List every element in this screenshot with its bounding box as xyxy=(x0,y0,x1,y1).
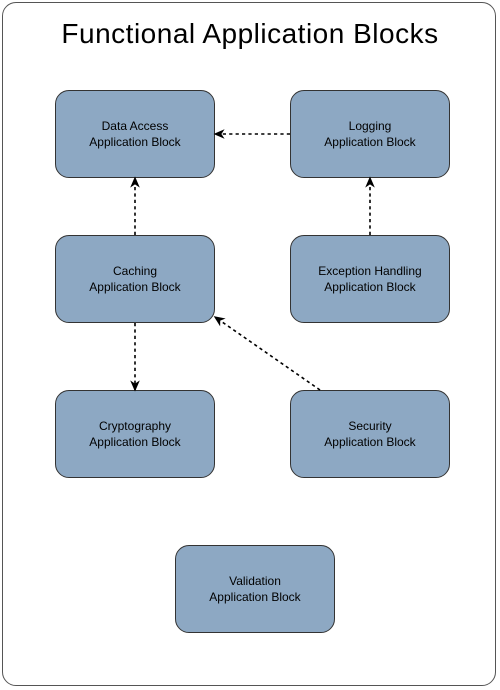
block-line2: Application Block xyxy=(324,279,415,295)
block-line1: Caching xyxy=(113,263,157,279)
diagram-title: Functional Application Blocks xyxy=(0,18,500,50)
block-line1: Data Access xyxy=(102,118,169,134)
block-data-access: Data Access Application Block xyxy=(55,90,215,178)
block-line2: Application Block xyxy=(89,134,180,150)
block-line2: Application Block xyxy=(89,279,180,295)
block-line1: Security xyxy=(348,418,391,434)
block-cryptography: Cryptography Application Block xyxy=(55,390,215,478)
block-line1: Exception Handling xyxy=(318,263,421,279)
block-line2: Application Block xyxy=(324,134,415,150)
block-line2: Application Block xyxy=(324,434,415,450)
block-logging: Logging Application Block xyxy=(290,90,450,178)
block-line2: Application Block xyxy=(209,589,300,605)
block-line1: Logging xyxy=(349,118,392,134)
block-line2: Application Block xyxy=(89,434,180,450)
block-line1: Cryptography xyxy=(99,418,171,434)
block-validation: Validation Application Block xyxy=(175,545,335,633)
block-line1: Validation xyxy=(229,573,281,589)
block-caching: Caching Application Block xyxy=(55,235,215,323)
block-security: Security Application Block xyxy=(290,390,450,478)
block-exception-handling: Exception Handling Application Block xyxy=(290,235,450,323)
